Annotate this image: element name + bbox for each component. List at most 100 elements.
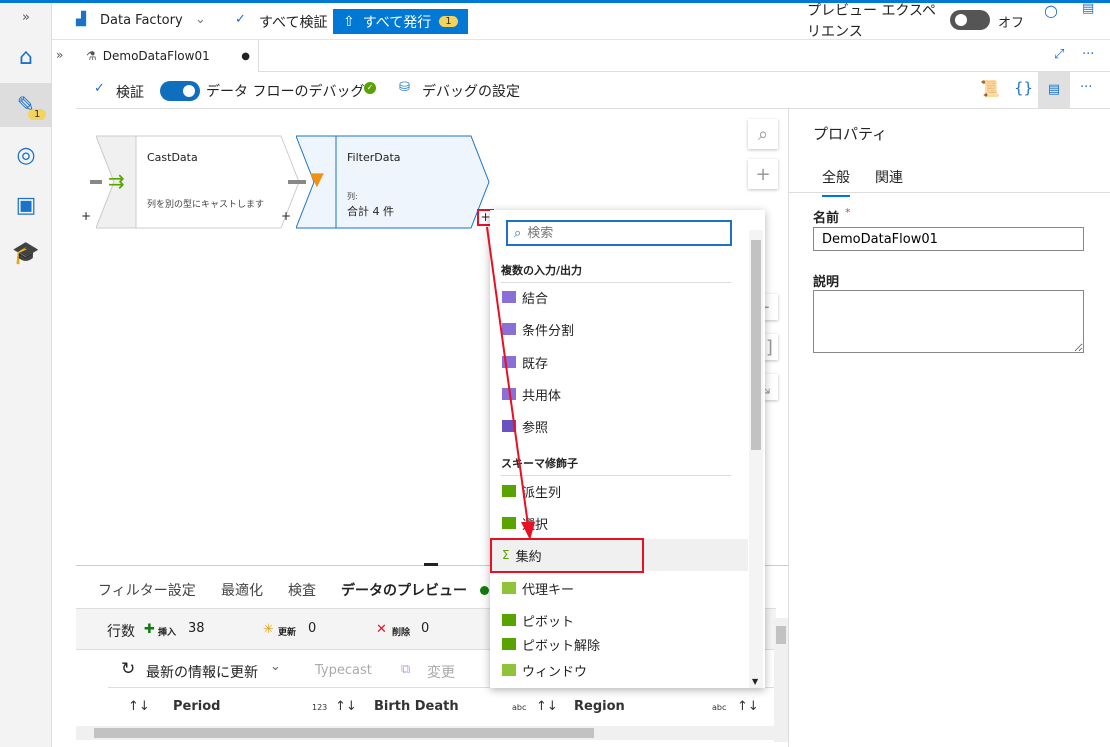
- tab-filter-settings[interactable]: フィルター設定: [98, 580, 196, 600]
- unsaved-dot: ●: [241, 50, 250, 62]
- resize-handle[interactable]: [424, 563, 438, 566]
- validate-all-button[interactable]: すべて検証: [259, 12, 327, 32]
- rail-expand-button[interactable]: »: [0, 3, 52, 31]
- derived-column-icon: [502, 485, 516, 497]
- menu-item-select[interactable]: 選択: [490, 507, 748, 539]
- column-type: abc: [712, 703, 727, 712]
- join-icon: [502, 291, 516, 303]
- menu-item-derived-column[interactable]: 派生列: [490, 475, 748, 507]
- learn-cap-icon[interactable]: 🎓: [0, 231, 52, 275]
- sort-icon[interactable]: ↑↓: [536, 699, 558, 714]
- unpivot-icon: [502, 638, 516, 650]
- add-transform-button[interactable]: +: [281, 209, 291, 223]
- top-bar: ▟ Data Factory ⌄ ✓ すべて検証 ⇧ すべて発行 1 プレビュー エ…: [52, 1, 1110, 40]
- lookup-icon: [502, 420, 516, 432]
- validate-button[interactable]: 検証: [116, 82, 144, 102]
- preview-experience-toggle[interactable]: [950, 10, 990, 30]
- menu-item-union[interactable]: 共用体: [490, 378, 748, 410]
- typecast-button[interactable]: Typecast: [315, 663, 372, 678]
- sort-icon[interactable]: ↑↓: [335, 699, 357, 714]
- node-title: FilterData: [347, 151, 401, 164]
- insert-label: 挿入: [158, 628, 177, 638]
- publish-count-badge: 1: [439, 16, 458, 27]
- monitor-icon[interactable]: ◎: [0, 133, 52, 177]
- menu-search-input[interactable]: [527, 225, 708, 241]
- chevron-down-icon[interactable]: ⌄: [195, 12, 206, 27]
- zoom-in-button[interactable]: +: [748, 159, 778, 189]
- refresh-dropdown-chevron-icon[interactable]: ⌄: [270, 659, 281, 674]
- home-icon[interactable]: ⌂: [0, 35, 52, 79]
- debug-settings-button[interactable]: デバッグの設定: [422, 81, 520, 101]
- properties-panel: プロパティ 全般 関連 名前 * 説明: [788, 109, 1110, 747]
- node-castdata[interactable]: ⇉ CastData 列を別の型にキャストします: [96, 135, 300, 229]
- column-header-region[interactable]: Region: [574, 699, 625, 714]
- menu-item-window[interactable]: ウィンドウ: [490, 656, 748, 684]
- insert-count: 38: [188, 621, 205, 636]
- node-description: 列を別の型にキャストします: [147, 200, 265, 210]
- tab-inspect[interactable]: 検査: [288, 580, 316, 600]
- debug-toggle[interactable]: [160, 81, 200, 101]
- select-icon: [502, 517, 516, 529]
- menu-search-box[interactable]: ⌕: [506, 220, 732, 246]
- upload-icon: ⇧: [343, 13, 355, 30]
- node-filterdata[interactable]: ▼ FilterData 列: 合計 4 件: [296, 135, 490, 229]
- required-marker: *: [845, 206, 851, 219]
- node-columns-label: 列:: [347, 192, 358, 201]
- modify-icon: ⧉: [401, 662, 411, 677]
- filter-funnel-icon: ▼: [310, 169, 324, 190]
- author-badge: 1: [28, 109, 47, 120]
- canvas-search-button[interactable]: ⌕: [748, 119, 778, 149]
- publish-all-button[interactable]: ⇧ すべて発行 1: [333, 9, 468, 34]
- properties-icon[interactable]: ▤: [1038, 72, 1070, 108]
- node-columns-value: 合計 4 件: [347, 205, 394, 218]
- sort-icon[interactable]: ↑↓: [128, 699, 150, 714]
- description-textarea[interactable]: [813, 290, 1084, 353]
- tab-data-preview[interactable]: データのプレビュー: [341, 580, 467, 610]
- manage-toolbox-icon[interactable]: ▣: [0, 183, 52, 227]
- pane-expand-button[interactable]: »: [56, 48, 63, 62]
- tab-more-button[interactable]: ···: [1082, 47, 1094, 62]
- properties-title: プロパティ: [813, 125, 888, 143]
- horizontal-scrollbar[interactable]: [76, 726, 776, 740]
- pivot-icon: [502, 614, 516, 626]
- column-header-birth-death[interactable]: Birth Death: [374, 699, 459, 714]
- update-icon: ✳: [263, 622, 274, 637]
- update-label: 更新: [278, 628, 297, 638]
- validate-icon: ✓: [94, 81, 105, 96]
- debug-label: データ フローのデバッグ: [206, 84, 365, 100]
- menu-item-unpivot[interactable]: ピボット解除: [490, 630, 748, 658]
- menu-item-exists[interactable]: 既存: [490, 346, 748, 378]
- dataflow-icon: ⚗: [86, 49, 97, 63]
- vertical-scrollbar[interactable]: [774, 618, 788, 742]
- notes-icon[interactable]: ▤: [1082, 1, 1094, 16]
- name-input[interactable]: [813, 227, 1084, 251]
- tab-optimize[interactable]: 最適化: [221, 580, 263, 600]
- tab-related[interactable]: 関連: [875, 167, 903, 187]
- tab-label: DemoDataFlow01: [102, 49, 210, 63]
- menu-item-surrogate-key[interactable]: 代理キー: [490, 572, 748, 604]
- split-icon: [502, 323, 516, 335]
- menu-scrollbar[interactable]: ▼: [749, 230, 763, 688]
- menu-item-lookup[interactable]: 参照: [490, 410, 748, 442]
- script-icon[interactable]: 📜: [980, 79, 1000, 98]
- author-pencil-icon[interactable]: ✎ 1: [0, 83, 52, 127]
- publish-all-label: すべて発行: [362, 14, 432, 31]
- maximize-icon[interactable]: ⤢: [1054, 47, 1064, 62]
- refresh-icon[interactable]: ○: [1044, 1, 1058, 20]
- status-dot: [480, 586, 489, 595]
- column-type: abc: [512, 703, 527, 712]
- code-braces-icon[interactable]: {}: [1014, 79, 1033, 97]
- refresh-button[interactable]: 最新の情報に更新: [146, 662, 258, 682]
- factory-selector[interactable]: Data Factory: [100, 13, 183, 28]
- sort-icon[interactable]: ↑↓: [737, 699, 759, 714]
- column-header-period[interactable]: Period: [173, 699, 220, 714]
- menu-item-conditional-split[interactable]: 条件分割: [490, 313, 748, 345]
- add-transform-button[interactable]: +: [81, 209, 91, 223]
- add-transform-menu: ⌕ 複数の入力/出力 結合 条件分割 既存 共用体 参照 スキーマ修飾子 派生列…: [490, 210, 765, 688]
- menu-item-join[interactable]: 結合: [490, 281, 748, 313]
- description-label: 説明: [813, 275, 840, 290]
- surrogate-key-icon: [502, 582, 516, 594]
- tab-demodataflow01[interactable]: ⚗ DemoDataFlow01 ●: [76, 40, 259, 72]
- toolbar-more-button[interactable]: ···: [1080, 80, 1092, 95]
- modify-button[interactable]: 変更: [427, 662, 455, 682]
